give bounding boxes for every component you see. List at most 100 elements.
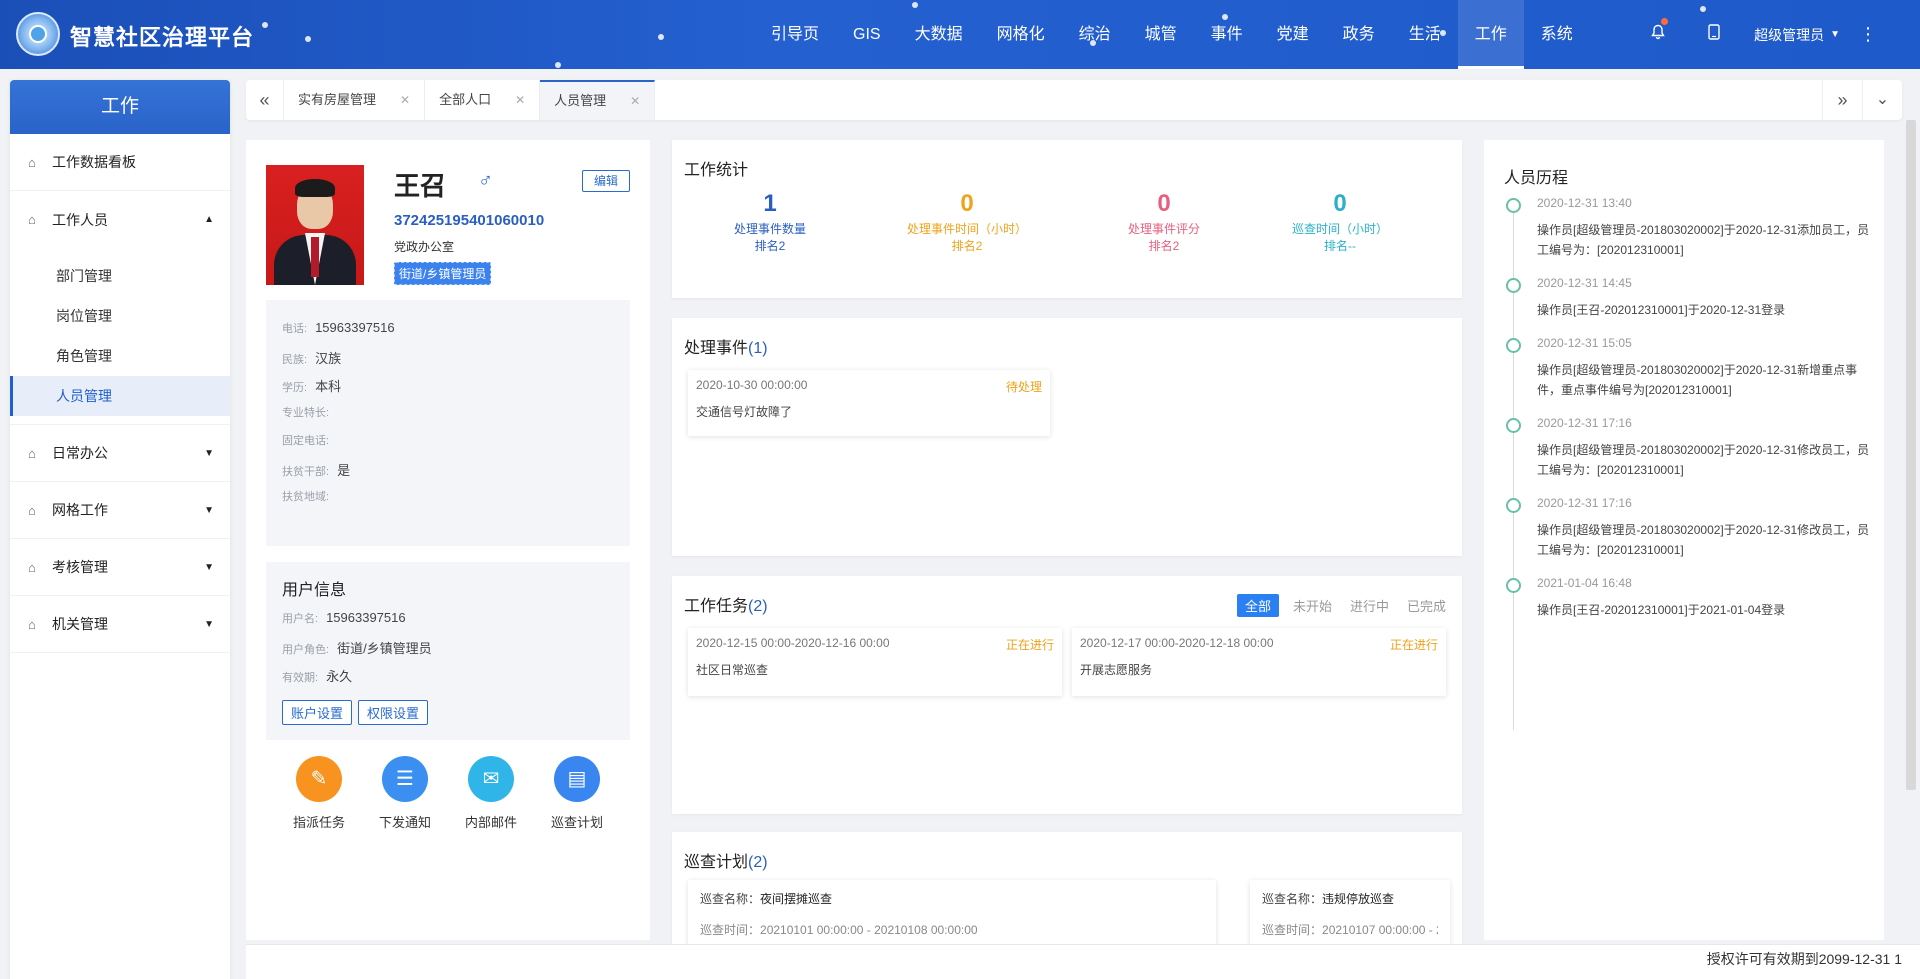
nav-guide[interactable]: 引导页 xyxy=(754,0,836,69)
sidebar-title: 工作 xyxy=(10,80,230,134)
patrol-item[interactable]: 巡查名称：违规停放巡查 巡查时间：20210107 00:00:00 - 2 xyxy=(1250,880,1450,944)
nav-events[interactable]: 事件 xyxy=(1194,0,1260,69)
filter-all[interactable]: 全部 xyxy=(1236,594,1279,617)
timeline-dot xyxy=(1506,338,1521,353)
info-value: 街道/乡镇管理员 xyxy=(337,641,432,656)
sidebar-item-agency[interactable]: ⌂ 机关管理 ▼ xyxy=(10,596,230,653)
action-label: 内部邮件 xyxy=(464,815,517,830)
timeline-dot xyxy=(1506,578,1521,593)
timeline-desc: 操作员[超级管理员-201803020002]于2020-12-31新增重点事件… xyxy=(1537,363,1858,397)
event-item[interactable]: 2020-10-30 00:00:00 待处理 交通信号灯故障了 xyxy=(688,370,1050,436)
profile-photo xyxy=(266,165,364,285)
close-icon[interactable]: ✕ xyxy=(630,81,640,121)
tab-housing[interactable]: 实有房屋管理 ✕ xyxy=(284,80,426,120)
home-icon: ⌂ xyxy=(28,445,36,461)
nav-work[interactable]: 工作 xyxy=(1457,0,1524,69)
info-value: 本科 xyxy=(315,379,342,394)
chevron-down-icon[interactable]: ⌄ xyxy=(1862,80,1902,120)
user-menu[interactable]: 超级管理员 ▼ xyxy=(1754,25,1840,45)
close-icon[interactable]: ✕ xyxy=(515,80,525,120)
nav-grid[interactable]: 网格化 xyxy=(980,0,1062,69)
scroll-left-icon[interactable]: « xyxy=(246,80,284,120)
logo-icon xyxy=(16,12,60,56)
sidebar-item-assessment[interactable]: ⌂ 考核管理 ▼ xyxy=(10,539,230,596)
patrol-time-label: 巡查时间： xyxy=(1262,923,1323,937)
stat-number: 0 xyxy=(960,190,974,217)
sidebar-item-staff[interactable]: ⌂ 工作人员 ▲ xyxy=(10,191,230,248)
sidebar-menu: ⌂ 工作数据看板 ⌂ 工作人员 ▲ 部门管理 岗位管理 角色管理 人员管理 ⌂ … xyxy=(10,134,230,653)
permission-settings-button[interactable]: 权限设置 xyxy=(358,700,429,725)
page-scrollbar[interactable] xyxy=(1906,120,1916,790)
nav-system[interactable]: 系统 xyxy=(1524,0,1590,69)
sidebar-item-position[interactable]: 岗位管理 xyxy=(10,296,230,336)
tab-population[interactable]: 全部人口 ✕ xyxy=(425,80,541,120)
quick-actions: ✎ 指派任务 ☰ 下发通知 ✉ 内部邮件 ▤ 巡查计划 xyxy=(266,756,630,831)
snow-decoration xyxy=(658,34,664,40)
info-value: 汉族 xyxy=(315,351,342,366)
nav-bigdata[interactable]: 大数据 xyxy=(898,0,980,69)
assign-task-button[interactable]: ✎ 指派任务 xyxy=(284,756,354,831)
close-icon[interactable]: ✕ xyxy=(400,80,410,120)
internal-mail-button[interactable]: ✉ 内部邮件 xyxy=(456,756,526,831)
patrol-item[interactable]: 巡查名称：夜间摆摊巡查 巡查时间：20210101 00:00:00 - 202… xyxy=(688,880,1216,944)
sidebar-item-role[interactable]: 角色管理 xyxy=(10,336,230,376)
caret-down-icon: ▼ xyxy=(204,618,214,630)
action-label: 巡查计划 xyxy=(550,815,603,830)
nav-gis[interactable]: GIS xyxy=(836,0,898,69)
info-key: 用户角色: xyxy=(282,644,330,656)
filter-in-progress[interactable]: 进行中 xyxy=(1346,594,1393,617)
nav-comprehensive[interactable]: 综治 xyxy=(1062,0,1128,69)
stat-label: 处理事件数量 xyxy=(733,222,806,236)
events-card: 处理事件(1) 2020-10-30 00:00:00 待处理 交通信号灯故障了 xyxy=(672,318,1462,556)
nav-government[interactable]: 政务 xyxy=(1326,0,1392,69)
tab-personnel[interactable]: 人员管理 ✕ xyxy=(540,80,656,121)
patrol-count: (2) xyxy=(748,854,768,871)
sidebar-item-department[interactable]: 部门管理 xyxy=(10,256,230,296)
footer-bar xyxy=(246,944,1920,979)
patrol-card: 巡查计划(2) 巡查名称：夜间摆摊巡查 巡查时间：20210101 00:00:… xyxy=(672,832,1462,944)
stat-rank: 排名2 xyxy=(951,239,983,253)
caret-down-icon: ▼ xyxy=(204,504,214,516)
sidebar-item-grid-work[interactable]: ⌂ 网格工作 ▼ xyxy=(10,482,230,539)
bell-icon[interactable] xyxy=(1630,18,1686,45)
send-notice-button[interactable]: ☰ 下发通知 xyxy=(370,756,440,831)
edit-button[interactable]: 编辑 xyxy=(582,170,630,192)
card-title: 巡查计划(2) xyxy=(684,848,768,872)
stat-item: 0 处理事件评分 排名2 xyxy=(1094,190,1234,254)
filter-completed[interactable]: 已完成 xyxy=(1403,594,1450,617)
task-item[interactable]: 2020-12-15 00:00-2020-12-16 00:00 正在进行 社区… xyxy=(688,628,1062,696)
stat-number: 0 xyxy=(1333,190,1347,217)
stat-number: 0 xyxy=(1157,190,1171,217)
info-row: 专业特长: xyxy=(282,404,614,432)
nav-urban[interactable]: 城管 xyxy=(1128,0,1194,69)
info-row: 用户角色: 街道/乡镇管理员 xyxy=(282,638,614,666)
info-key: 固定电话: xyxy=(282,435,330,447)
task-item[interactable]: 2020-12-17 00:00-2020-12-18 00:00 正在进行 开展… xyxy=(1072,628,1446,696)
sidebar-item-label: 网格工作 xyxy=(52,502,108,518)
caret-up-icon: ▲ xyxy=(204,214,214,225)
more-vertical-icon[interactable]: ⋮ xyxy=(1856,24,1880,45)
nav-life[interactable]: 生活 xyxy=(1392,0,1458,69)
info-key: 有效期: xyxy=(282,672,319,684)
caret-down-icon: ▼ xyxy=(204,561,214,573)
card-title: 工作任务(2) xyxy=(684,592,768,616)
patrol-time: 20210107 00:00:00 - 2 xyxy=(1322,923,1438,937)
snow-decoration xyxy=(262,22,268,28)
user-name: 超级管理员 xyxy=(1754,26,1825,43)
sidebar-item-daily-office[interactable]: ⌂ 日常办公 ▼ xyxy=(10,425,230,482)
snow-decoration xyxy=(555,62,561,68)
stat-label: 处理事件时间（小时） xyxy=(906,222,1027,236)
scroll-right-icon[interactable]: » xyxy=(1822,80,1862,120)
home-icon: ⌂ xyxy=(28,559,36,575)
nav-party[interactable]: 党建 xyxy=(1260,0,1326,69)
account-settings-button[interactable]: 账户设置 xyxy=(282,700,353,725)
tablet-icon[interactable] xyxy=(1686,24,1742,45)
info-row: 电话: 15963397516 xyxy=(282,320,614,348)
patrol-time-label: 巡查时间： xyxy=(700,923,761,937)
timeline-time: 2020-12-31 14:45 xyxy=(1537,276,1632,290)
patrol-plan-button[interactable]: ▤ 巡查计划 xyxy=(542,756,612,831)
history-title: 人员历程 xyxy=(1504,170,1569,187)
sidebar-item-personnel[interactable]: 人员管理 xyxy=(10,376,230,416)
sidebar-item-dashboard[interactable]: ⌂ 工作数据看板 xyxy=(10,134,230,191)
filter-not-started[interactable]: 未开始 xyxy=(1289,594,1336,617)
